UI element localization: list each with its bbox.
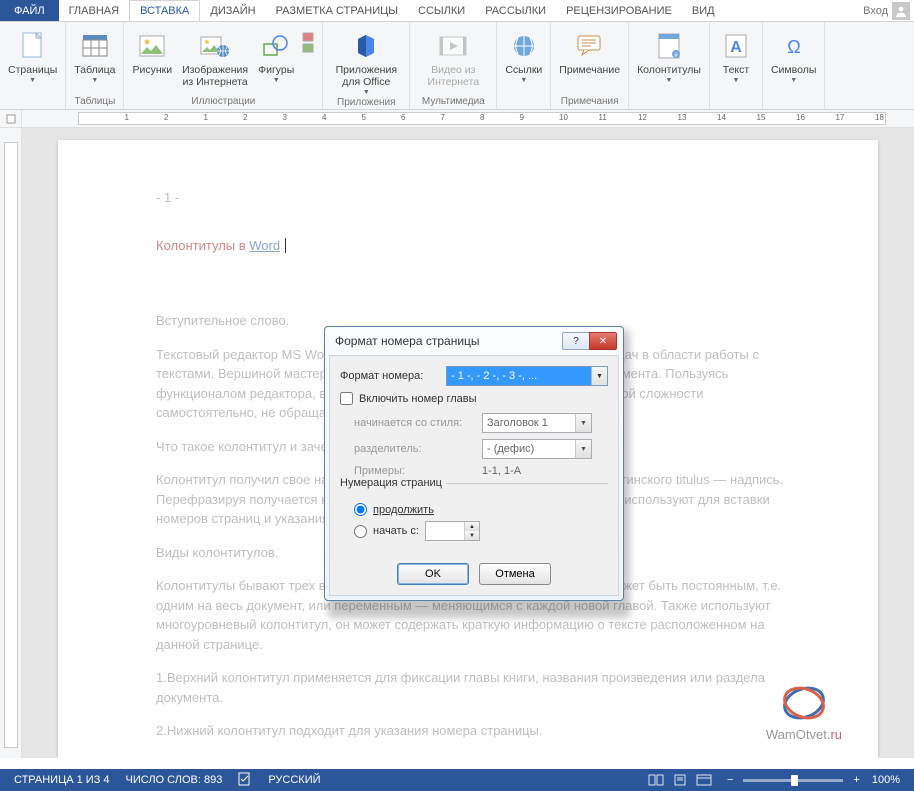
chevron-down-icon[interactable]: ▼ [591,367,607,385]
numbering-group-label: Нумерация страниц [340,483,608,499]
zoom-thumb[interactable] [791,775,798,786]
omega-icon: Ω [782,28,806,64]
ruler-corner [0,110,22,127]
table-button[interactable]: Таблица ▼ [70,24,119,95]
chevron-down-icon: ▼ [733,77,740,84]
help-icon: ? [573,336,579,347]
zoom-level[interactable]: 100% [864,774,908,786]
tab-insert[interactable]: ВСТАВКА [129,0,200,21]
ribbon: Страницы ▼ Таблица ▼ Таблицы Рисунки Изо… [0,22,914,110]
office-apps-button[interactable]: Приложения для Office ▼ [327,24,405,96]
format-label: Формат номера: [340,370,440,382]
document-title: Колонтитулы в Word [156,236,788,256]
headerfooter-button[interactable]: # Колонтитулы ▼ [633,24,705,95]
tab-layout[interactable]: РАЗМЕТКА СТРАНИЦЫ [266,0,408,21]
link-icon [511,28,537,64]
more-icon [302,32,314,60]
menu-tabs: ФАЙЛ ГЛАВНАЯ ВСТАВКА ДИЗАЙН РАЗМЕТКА СТР… [0,0,914,22]
ruler-horizontal: 12123456789101112131415161718 [0,110,914,128]
chevron-down-icon: ▼ [29,77,36,84]
watermark: WamOtvet.ru [766,681,842,745]
chevron-down-icon: ▼ [273,77,280,84]
chevron-down-icon[interactable]: ▼ [575,414,591,432]
cancel-button[interactable]: Отмена [479,563,551,585]
chevron-down-icon: ▼ [520,77,527,84]
start-at-input[interactable] [426,522,464,540]
chevron-down-icon: ▼ [790,77,797,84]
links-button[interactable]: Ссылки ▼ [501,24,546,95]
chevron-down-icon: ▼ [91,77,98,84]
chevron-down-icon[interactable]: ▼ [575,440,591,458]
pages-button[interactable]: Страницы ▼ [4,24,61,95]
page-number: - 1 - [156,188,788,208]
comment-icon [576,28,604,64]
chapter-style-dropdown[interactable]: Заголовок 1 ▼ [482,413,592,433]
online-pictures-button[interactable]: Изображения из Интернета [176,24,254,95]
tab-file[interactable]: ФАЙЛ [0,0,59,21]
dialog-titlebar[interactable]: Формат номера страницы ? ✕ [325,327,623,355]
view-read-button[interactable] [645,772,667,788]
zoom-in-button[interactable]: + [849,774,863,786]
shapes-icon [262,28,290,64]
headerfooter-icon: # [657,28,681,64]
table-icon [81,28,109,64]
spin-down-icon[interactable]: ▼ [465,531,479,540]
comment-button[interactable]: Примечание [555,24,624,95]
symbols-button[interactable]: Ω Символы ▼ [767,24,820,95]
picture-icon [138,28,166,64]
close-button[interactable]: ✕ [589,332,617,350]
close-icon: ✕ [599,336,607,347]
svg-text:A: A [730,39,742,56]
online-picture-icon [200,28,230,64]
text-button[interactable]: A Текст ▼ [714,24,758,95]
status-proofing-icon[interactable] [230,772,260,789]
online-video-button[interactable]: Видео из Интернета [414,24,492,95]
illustrations-more-button[interactable] [298,24,318,95]
start-at-spinner[interactable]: ▲▼ [425,521,480,541]
page-number-format-dialog: Формат номера страницы ? ✕ Формат номера… [324,326,624,601]
include-chapter-label: Включить номер главы [359,393,477,405]
login-area[interactable]: Вход [863,0,914,21]
include-chapter-checkbox[interactable] [340,392,353,405]
ruler-vertical[interactable] [0,128,22,758]
view-print-button[interactable] [669,772,691,788]
text-icon: A [724,28,748,64]
tab-review[interactable]: РЕЦЕНЗИРОВАНИЕ [556,0,682,21]
chevron-down-icon: ▼ [666,77,673,84]
shapes-button[interactable]: Фигуры ▼ [254,24,298,95]
tab-mailings[interactable]: РАССЫЛКИ [475,0,556,21]
wamotvet-logo-icon [779,681,829,725]
svg-text:Ω: Ω [787,37,800,57]
examples-value: 1-1, 1-A [482,465,521,477]
status-page[interactable]: СТРАНИЦА 1 ИЗ 4 [6,774,118,786]
separator-dropdown[interactable]: - (дефис) ▼ [482,439,592,459]
video-icon [438,28,468,64]
user-icon [892,2,910,20]
status-bar: СТРАНИЦА 1 ИЗ 4 ЧИСЛО СЛОВ: 893 РУССКИЙ … [0,769,914,791]
page-icon [20,28,46,64]
view-web-button[interactable] [693,772,715,788]
help-button[interactable]: ? [562,332,590,350]
zoom-out-button[interactable]: − [723,774,737,786]
apps-icon [352,28,380,64]
tab-home[interactable]: ГЛАВНАЯ [59,0,129,21]
spin-up-icon[interactable]: ▲ [465,522,479,531]
start-at-radio[interactable] [354,525,367,538]
dialog-title: Формат номера страницы [335,334,480,348]
pictures-button[interactable]: Рисунки [128,24,176,95]
tab-references[interactable]: ССЫЛКИ [408,0,475,21]
status-wordcount[interactable]: ЧИСЛО СЛОВ: 893 [118,774,231,786]
tab-design[interactable]: ДИЗАЙН [200,0,265,21]
ok-button[interactable]: OK [397,563,469,585]
ruler-scale[interactable]: 12123456789101112131415161718 [78,112,886,125]
number-format-dropdown[interactable]: - 1 -, - 2 -, - 3 -, ... ▼ [446,366,608,386]
tab-view[interactable]: ВИД [682,0,725,21]
continue-radio[interactable] [354,503,367,516]
status-language[interactable]: РУССКИЙ [260,774,328,786]
zoom-slider[interactable] [743,779,843,782]
chevron-down-icon: ▼ [363,89,370,96]
login-label: Вход [863,5,888,17]
